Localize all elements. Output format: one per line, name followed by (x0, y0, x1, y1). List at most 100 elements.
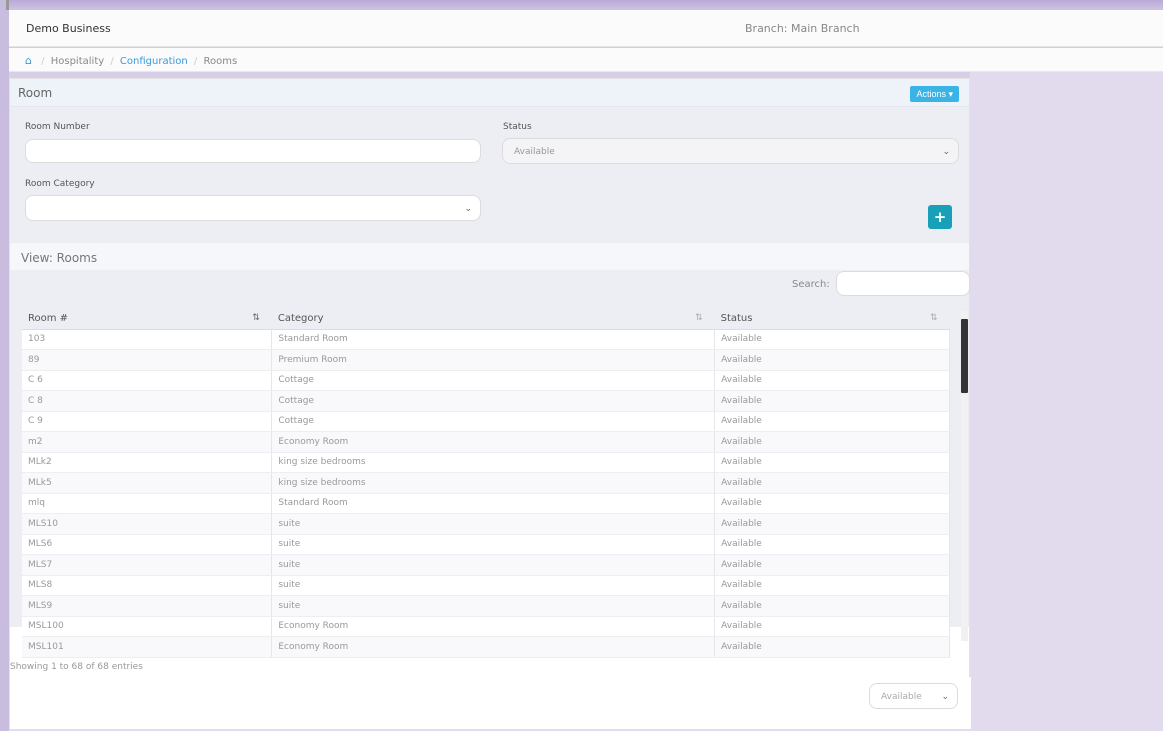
cell-room-number: 103 (22, 329, 273, 350)
table-scrollbar[interactable] (961, 311, 968, 641)
cell-status: Available (714, 534, 950, 555)
cell-category: Cottage (271, 390, 716, 412)
cell-category: suite (271, 554, 716, 576)
cell-room-number: m2 (22, 431, 273, 453)
cell-room-number: MLk2 (22, 452, 273, 473)
cell-room-number: MLk5 (22, 472, 273, 494)
background-area (970, 72, 1163, 731)
breadcrumb-hospitality[interactable]: Hospitality (51, 56, 104, 67)
cell-room-number: MLS7 (22, 554, 273, 576)
cell-status: Available (714, 411, 950, 432)
search-label: Search: (792, 279, 830, 290)
status-label: Status (503, 122, 532, 132)
status-select[interactable]: Available ⌄ (502, 138, 959, 164)
home-icon[interactable]: ⌂ (25, 54, 32, 67)
table-row[interactable]: MLk2 king size bedrooms Available (22, 452, 950, 473)
cell-room-number: C 9 (22, 411, 273, 432)
room-number-label: Room Number (25, 122, 90, 132)
room-category-label: Room Category (25, 179, 95, 189)
cell-status: Available (714, 431, 950, 453)
chevron-down-icon: ⌄ (464, 204, 472, 214)
top-bar: Demo Business Branch: Main Branch (9, 10, 1163, 47)
cell-status: Available (714, 370, 950, 391)
table-row[interactable]: mlq Standard Room Available (22, 493, 950, 514)
cell-category: suite (271, 595, 716, 617)
chevron-down-icon: ⌄ (941, 692, 949, 702)
plus-icon: + (933, 208, 947, 226)
window-edge (0, 0, 9, 731)
cell-status: Available (714, 554, 950, 576)
branch-label[interactable]: Branch: Main Branch (745, 22, 860, 35)
cell-room-number: MSL101 (22, 636, 273, 658)
cell-room-number: 89 (22, 349, 273, 371)
table-row[interactable]: MLS9 suite Available (22, 595, 950, 617)
cell-category: Economy Room (271, 431, 716, 453)
room-number-input[interactable] (25, 139, 481, 163)
cell-room-number: mlq (22, 493, 273, 514)
breadcrumb-rooms: Rooms (203, 56, 238, 67)
sort-icon: ⇅ (929, 313, 938, 323)
cell-status: Available (714, 329, 950, 350)
cell-status: Available (714, 493, 950, 514)
cell-status: Available (714, 390, 950, 412)
table-row[interactable]: C 8 Cottage Available (22, 390, 950, 412)
cell-category: Economy Room (271, 636, 716, 658)
cell-category: suite (271, 575, 716, 596)
sort-icon: ⇅ (695, 313, 703, 323)
table-row[interactable]: MLS8 suite Available (22, 575, 950, 596)
table-row[interactable]: MLS10 suite Available (22, 513, 950, 535)
view-rooms-header: View: Rooms (10, 243, 969, 271)
status-filter-value: Available (881, 692, 922, 702)
scrollbar-thumb[interactable] (961, 319, 968, 393)
cell-status: Available (714, 472, 950, 494)
room-category-select[interactable]: ⌄ (25, 195, 481, 221)
cell-room-number: C 8 (22, 390, 273, 412)
sort-asc-icon: ⇅ (252, 313, 260, 323)
cell-room-number: MLS6 (22, 534, 273, 555)
room-panel-header: Room Actions ▾ (10, 79, 969, 107)
rooms-table-body: 103 Standard Room Available 89 Premium Room A… (22, 329, 950, 658)
search-input[interactable] (836, 271, 970, 296)
cell-category: king size bedrooms (271, 452, 716, 473)
cell-category: king size bedrooms (271, 472, 716, 494)
breadcrumb-configuration[interactable]: Configuration (120, 56, 188, 67)
add-room-button[interactable]: + (928, 205, 952, 229)
cell-category: suite (271, 534, 716, 555)
business-name: Demo Business (26, 22, 111, 35)
column-status[interactable]: Status ⇅ (714, 309, 950, 330)
entries-info: Showing 1 to 68 of 68 entries (10, 662, 143, 672)
view-rooms-title: View: Rooms (21, 251, 98, 265)
cell-category: Standard Room (271, 493, 716, 514)
table-row[interactable]: m2 Economy Room Available (22, 431, 950, 453)
table-footer: Available ⌄ (10, 677, 971, 729)
cell-category: Cottage (271, 370, 716, 391)
cell-category: suite (271, 513, 716, 535)
table-row[interactable]: MLk5 king size bedrooms Available (22, 472, 950, 494)
chevron-down-icon: ⌄ (942, 147, 950, 157)
table-row[interactable]: 103 Standard Room Available (22, 329, 950, 350)
table-row[interactable]: MSL100 Economy Room Available (22, 616, 950, 637)
cell-room-number: MLS8 (22, 575, 273, 596)
table-header-row: Room # ⇅ Category ⇅ Status ⇅ (22, 309, 950, 330)
room-panel: Room Actions ▾ Room Number Status Availa… (9, 78, 971, 729)
table-row[interactable]: MLS6 suite Available (22, 534, 950, 555)
room-panel-title: Room (18, 86, 53, 100)
table-row[interactable]: 89 Premium Room Available (22, 349, 950, 371)
status-select-value: Available (514, 147, 555, 157)
table-row[interactable]: MSL101 Economy Room Available (22, 636, 950, 658)
table-row[interactable]: MLS7 suite Available (22, 554, 950, 576)
column-category[interactable]: Category ⇅ (271, 309, 715, 330)
cell-status: Available (714, 452, 950, 473)
rooms-table-area: Search: Room # ⇅ Category ⇅ Status ⇅ 103… (10, 271, 970, 658)
status-filter-select[interactable]: Available ⌄ (869, 683, 958, 709)
table-row[interactable]: C 6 Cottage Available (22, 370, 950, 391)
table-row[interactable]: C 9 Cottage Available (22, 411, 950, 432)
cell-status: Available (714, 616, 950, 637)
cell-status: Available (714, 575, 950, 596)
actions-button[interactable]: Actions ▾ (910, 86, 959, 102)
cell-room-number: MSL100 (22, 616, 273, 637)
cell-status: Available (714, 513, 950, 535)
column-room-number[interactable]: Room # ⇅ (22, 309, 272, 330)
cell-status: Available (714, 636, 950, 658)
cell-category: Cottage (271, 411, 716, 432)
